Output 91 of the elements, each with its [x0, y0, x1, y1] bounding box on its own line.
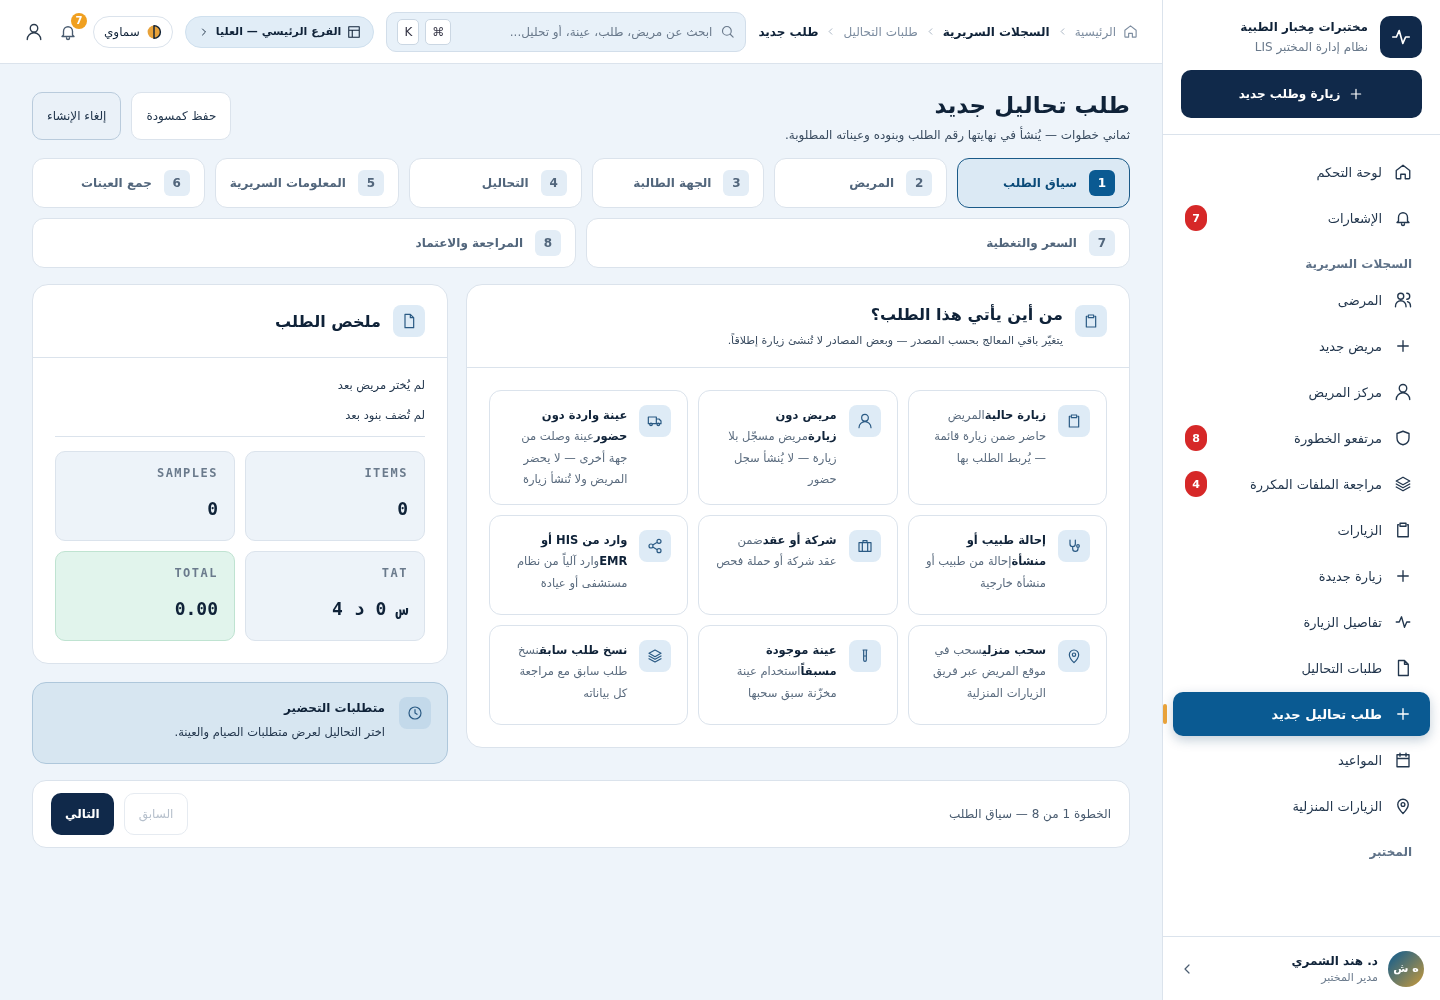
- search-icon: [720, 24, 736, 39]
- user-name: د. هند الشمري: [1290, 953, 1378, 968]
- sidebar-item[interactable]: طلب تحاليل جديد: [1173, 692, 1430, 736]
- clock-icon: [399, 697, 431, 729]
- clipboard-icon: [1394, 521, 1412, 539]
- calendar-icon: [1394, 751, 1412, 769]
- breadcrumb-link[interactable]: السجلات السريرية: [942, 24, 1050, 39]
- stat-label: TAT: [380, 566, 408, 580]
- location-pin-icon: [1394, 797, 1412, 815]
- shield-icon: [1394, 429, 1412, 447]
- share-icon: [639, 530, 672, 563]
- file-icon: [393, 305, 425, 337]
- panel-title: ملخص الطلب: [275, 311, 381, 331]
- sidebar-item[interactable]: طلبات التحاليل: [1173, 646, 1430, 690]
- source-option-card[interactable]: إحالة طبيب أو منشأةإحالة من طبيب أو منشأة خارجية: [907, 515, 1107, 616]
- sidebar-item[interactable]: زيارة جديدة: [1173, 554, 1430, 598]
- logo-icon: [1380, 16, 1422, 58]
- users-icon: [1394, 291, 1412, 309]
- shortcut-key: ⌘: [425, 18, 452, 45]
- sidebar-item[interactable]: الزيارات: [1173, 508, 1430, 552]
- source-option-card[interactable]: وارد من HIS أو EMRوارد آلياً من نظام مستشفى أو عيادة: [489, 515, 689, 616]
- sidebar-item[interactable]: المرضى: [1173, 278, 1430, 322]
- clipboard-icon: [1075, 305, 1107, 337]
- user-avatar: ه ش: [1388, 950, 1424, 987]
- source-option-card[interactable]: عينة موجودة مسبقاًاستخدام عينة مخزّنة سبق سحبها: [698, 625, 898, 726]
- stat-value: 0: [396, 498, 408, 519]
- location-pin-icon: [1058, 640, 1090, 673]
- stat-value: 0.00: [173, 598, 218, 619]
- shortcut-key: K: [397, 18, 420, 45]
- home-icon: [1394, 163, 1412, 181]
- panel-title: من أين يأتي هذا الطلب؟: [869, 305, 1063, 324]
- new-visit-button[interactable]: زيارة وطلب جديد: [1181, 70, 1422, 118]
- plus-icon: [1394, 705, 1412, 723]
- sidebar-item[interactable]: مركز المريض: [1173, 370, 1430, 414]
- layers-icon: [639, 640, 672, 673]
- truck-icon: [639, 405, 672, 437]
- cancel-button[interactable]: إلغاء الإنشاء: [32, 92, 122, 140]
- sidebar-item[interactable]: الزيارات المنزلية: [1173, 784, 1430, 828]
- branch-selector[interactable]: الفرع الرئيسي — العليا: [184, 15, 375, 48]
- layers-icon: [1394, 475, 1412, 493]
- summary-note: لم يُختر مريض بعد: [336, 377, 425, 395]
- prep-text: اختر التحاليل لعرض متطلبات الصيام والعينة.: [174, 725, 385, 739]
- user-icon: [848, 405, 881, 437]
- briefcase-icon: [848, 530, 881, 563]
- page-title: طلب تحاليل جديد: [933, 92, 1130, 118]
- stat-value: 0: [206, 498, 218, 519]
- notification-badge: 7: [70, 12, 87, 29]
- source-option-card[interactable]: سحب منزليسحب في موقع المريض عبر فريق الزيارات المنزلية: [907, 625, 1107, 726]
- home-icon[interactable]: [1123, 24, 1138, 39]
- stat-label: ITEMS: [363, 466, 408, 480]
- source-option-card[interactable]: زيارة حاليةالمريض حاضر ضمن زيارة قائمة — يُربط الطلب بها: [907, 390, 1107, 506]
- brand-subtitle: نظام إدارة المختبر LIS: [1253, 40, 1368, 54]
- panel-subtitle: يتغيّر باقي المعالج بحسب المصدر — وبعض المصادر لا تُنشئ زيارة إطلاقاً.: [727, 334, 1063, 347]
- theme-toggle[interactable]: سماوي: [92, 15, 173, 48]
- plus-icon: [1394, 567, 1412, 585]
- nav-section-heading: السجلات السريرية: [1304, 256, 1413, 273]
- source-option-card[interactable]: نسخ طلب سابقنسخ طلب سابق مع مراجعة كل بياناته: [489, 625, 689, 726]
- count-badge: 4: [1185, 471, 1207, 497]
- source-option-card[interactable]: عينة واردة دون حضورعينة وصلت من جهة أخرى — لا يحضر المريض ولا تُنشأ زيارة: [489, 390, 689, 506]
- stat-value: س 0 د 4: [331, 598, 408, 619]
- page-subtitle: ثماني خطوات — يُنشأ في نهايتها رقم الطلب وبنوده وعيناته المطلوبة.: [784, 128, 1130, 142]
- summary-note: لم تُضف بنود بعد: [344, 407, 425, 424]
- plus-icon: [1394, 337, 1412, 355]
- sidebar-item[interactable]: لوحة التحكم: [1173, 150, 1430, 194]
- stat-label: TOTAL: [173, 566, 218, 580]
- test-tube-icon: [848, 640, 881, 673]
- source-option-card[interactable]: شركة أو عقدضمن عقد شركة أو حملة فحص: [698, 515, 898, 616]
- sidebar-item[interactable]: مريض جديد: [1173, 324, 1430, 368]
- stethoscope-icon: [1058, 530, 1090, 563]
- count-badge: 8: [1185, 425, 1207, 451]
- clipboard-icon: [1058, 405, 1090, 437]
- user-role: مدير المختبر: [1319, 970, 1378, 984]
- user-icon[interactable]: [24, 22, 43, 41]
- pulse-icon: [1394, 613, 1412, 631]
- bell-icon: [1394, 209, 1412, 227]
- step-status: الخطوة 1 من 8 — سياق الطلب: [948, 807, 1111, 821]
- count-badge: 7: [1185, 205, 1207, 231]
- brand-name: مختبرات مِخبار الطبية: [1240, 20, 1368, 34]
- source-option-card[interactable]: مريض دون زيارةمريض مسجّل بلا زيارة — لا يُنشأ سجل حضور: [698, 390, 898, 506]
- save-draft-button[interactable]: حفظ كمسودة: [131, 92, 232, 140]
- sidebar-item[interactable]: المواعيد: [1173, 738, 1430, 782]
- stat-label: SAMPLES: [155, 466, 218, 480]
- current-page-crumb[interactable]: طلب جديد: [758, 24, 819, 39]
- breadcrumb-link[interactable]: طلبات التحاليل: [843, 24, 918, 39]
- user-icon: [1394, 383, 1412, 401]
- half-circle-icon: [145, 23, 162, 40]
- next-button[interactable]: التالي: [51, 793, 114, 835]
- breadcrumb-link[interactable]: الرئيسية: [1074, 24, 1116, 39]
- prep-title: متطلبات التحضير: [282, 701, 385, 715]
- nav-section-heading: المختبر: [1368, 844, 1413, 861]
- sidebar-item[interactable]: تفاصيل الزيارة: [1173, 600, 1430, 644]
